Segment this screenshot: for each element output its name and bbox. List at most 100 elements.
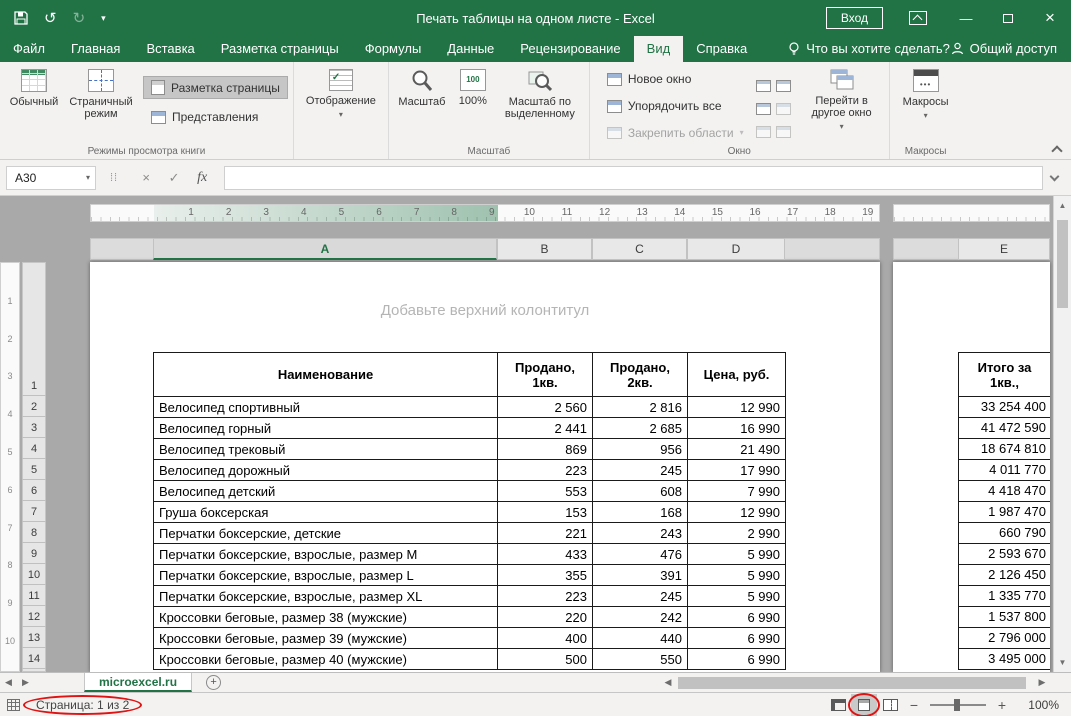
cell[interactable]: 33 254 400 [959, 397, 1050, 418]
table-header-cell[interactable]: Продано, 2кв. [593, 353, 688, 397]
cell[interactable]: 21 490 [688, 439, 786, 460]
cell[interactable]: Велосипед трековый [154, 439, 498, 460]
cell[interactable]: Велосипед горный [154, 418, 498, 439]
cell[interactable]: 476 [593, 544, 688, 565]
zoom-100-button[interactable]: 100 100% [450, 66, 496, 110]
close-button[interactable]: × [1029, 0, 1071, 36]
row-header-2[interactable]: 2 [22, 396, 46, 417]
cell[interactable]: Перчатки боксерские, детские [154, 523, 498, 544]
row-header-3[interactable]: 3 [22, 417, 46, 438]
page-header-placeholder[interactable]: Добавьте верхний колонтитул [90, 302, 880, 319]
scroll-left-icon[interactable]: ◀ [660, 673, 676, 692]
cell[interactable]: 500 [498, 649, 593, 670]
cell[interactable]: 2 796 000 [959, 628, 1050, 649]
zoom-button[interactable]: Масштаб [394, 66, 450, 111]
cell[interactable]: 5 990 [688, 586, 786, 607]
view-side-by-side-button[interactable] [776, 80, 791, 92]
cell[interactable]: 608 [593, 481, 688, 502]
ribbon-tab-formulas[interactable]: Формулы [352, 36, 435, 62]
cell[interactable]: Кроссовки беговые, размер 38 (мужские) [154, 607, 498, 628]
minimize-button[interactable]: — [945, 0, 987, 36]
cell[interactable]: 1 987 470 [959, 502, 1050, 523]
ribbon-tab-view[interactable]: Вид [634, 36, 684, 62]
formula-bar-splitter[interactable]: ⁞⁞ [110, 172, 118, 184]
normal-view-shortcut-button[interactable] [825, 694, 851, 716]
page-break-view-shortcut-button[interactable] [877, 694, 903, 716]
cell[interactable]: 221 [498, 523, 593, 544]
row-header-11[interactable]: 11 [22, 585, 46, 606]
new-sheet-button[interactable]: + [206, 675, 221, 690]
cancel-icon[interactable]: × [132, 170, 160, 185]
next-sheet-icon[interactable]: ▶ [17, 677, 34, 688]
cell[interactable]: Груша боксерская [154, 502, 498, 523]
cell[interactable]: Велосипед спортивный [154, 397, 498, 418]
page-break-preview-button[interactable]: Страничный режим [63, 66, 139, 123]
cell[interactable]: Перчатки боксерские, взрослые, размер XL [154, 586, 498, 607]
column-header-C[interactable]: C [592, 238, 687, 260]
ribbon-tab-help[interactable]: Справка [683, 36, 760, 62]
cell[interactable]: 242 [593, 607, 688, 628]
cell[interactable]: 1 335 770 [959, 586, 1050, 607]
cell[interactable]: 6 990 [688, 649, 786, 670]
scroll-up-icon[interactable]: ▲ [1054, 201, 1071, 210]
sign-in-button[interactable]: Вход [826, 7, 883, 29]
hide-window-button[interactable] [756, 103, 771, 115]
switch-windows-button[interactable]: Перейти в другое окно ▾ [800, 66, 884, 134]
enter-icon[interactable]: ✓ [160, 170, 188, 186]
cell[interactable]: 4 011 770 [959, 460, 1050, 481]
reset-window-position-button[interactable] [776, 126, 791, 138]
cell[interactable]: 6 990 [688, 607, 786, 628]
macros-button[interactable]: ••• Макросы ▾ [895, 66, 957, 123]
cell[interactable]: 550 [593, 649, 688, 670]
scroll-down-icon[interactable]: ▼ [1054, 658, 1071, 667]
name-box-dropdown-icon[interactable]: ▾ [86, 173, 90, 182]
cell[interactable]: 41 472 590 [959, 418, 1050, 439]
cell[interactable]: Кроссовки беговые, размер 40 (мужские) [154, 649, 498, 670]
row-header-13[interactable]: 13 [22, 627, 46, 648]
cell[interactable]: 245 [593, 460, 688, 481]
cell[interactable]: 869 [498, 439, 593, 460]
previous-sheet-icon[interactable]: ◀ [0, 677, 17, 688]
column-header-D[interactable]: D [687, 238, 785, 260]
row-header-1[interactable]: 1 [22, 352, 46, 396]
column-header-A[interactable]: A [153, 238, 497, 260]
cell[interactable]: 168 [593, 502, 688, 523]
cell[interactable]: 220 [498, 607, 593, 628]
expand-formula-bar-icon[interactable] [1043, 176, 1065, 180]
page-layout-view-button[interactable]: Разметка страницы [143, 76, 288, 99]
vertical-ruler[interactable]: 12345678910 [0, 262, 20, 672]
column-header-E[interactable]: E [958, 238, 1050, 260]
cell[interactable]: 2 593 670 [959, 544, 1050, 565]
page-layout-view-shortcut-button[interactable] [851, 694, 877, 716]
custom-views-button[interactable]: Представления [143, 106, 288, 128]
column-header-B[interactable]: B [497, 238, 592, 260]
row-header-10[interactable]: 10 [22, 564, 46, 585]
cell[interactable]: Велосипед детский [154, 481, 498, 502]
cell[interactable]: Велосипед дорожный [154, 460, 498, 481]
horizontal-scrollbar[interactable]: ◀ ▶ [660, 673, 1050, 692]
new-window-button[interactable]: Новое окно [599, 68, 752, 90]
cell[interactable]: 2 816 [593, 397, 688, 418]
cell[interactable]: 5 990 [688, 565, 786, 586]
cell[interactable]: 355 [498, 565, 593, 586]
horizontal-ruler-page2[interactable] [893, 204, 1050, 222]
cell[interactable]: 553 [498, 481, 593, 502]
ribbon-tab-home[interactable]: Главная [58, 36, 133, 62]
redo-icon[interactable]: ↻ [73, 9, 86, 27]
cell[interactable]: Перчатки боксерские, взрослые, размер L [154, 565, 498, 586]
cell[interactable]: 2 990 [688, 523, 786, 544]
row-header-9[interactable]: 9 [22, 543, 46, 564]
synchronous-scrolling-button[interactable] [776, 103, 791, 115]
zoom-level[interactable]: 100% [1017, 698, 1059, 712]
table-header-cell[interactable]: Цена, руб. [688, 353, 786, 397]
cell[interactable]: 12 990 [688, 397, 786, 418]
customize-qat-icon[interactable]: ▾ [101, 13, 106, 24]
cell[interactable]: 1 537 800 [959, 607, 1050, 628]
arrange-all-button[interactable]: Упорядочить все [599, 95, 752, 117]
cell[interactable]: 3 495 000 [959, 649, 1050, 670]
row-header-14[interactable]: 14 [22, 648, 46, 669]
cell[interactable]: 5 990 [688, 544, 786, 565]
cell[interactable]: 223 [498, 460, 593, 481]
cell[interactable]: Перчатки боксерские, взрослые, размер M [154, 544, 498, 565]
totals-header-cell[interactable]: Итого за 1кв., [959, 353, 1050, 397]
